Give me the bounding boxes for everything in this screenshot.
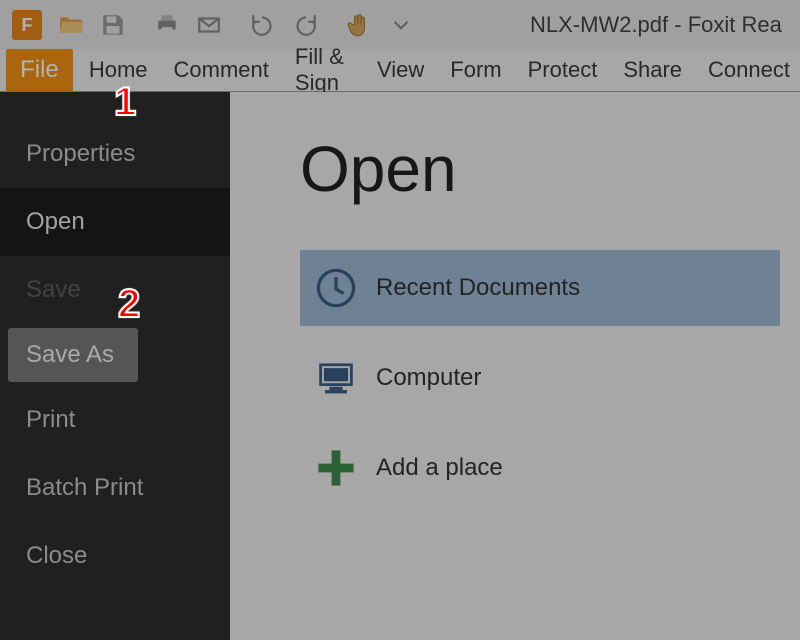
ribbon-tabs: File Home Comment Fill & Sign View Form … [0,50,800,92]
tab-file[interactable]: File [6,49,73,91]
sidebar-item-label: Print [26,406,75,434]
tab-view[interactable]: View [367,49,434,91]
sidebar-item-label: Open [26,208,85,236]
sidebar-item-batch-print[interactable]: Batch Print [0,454,230,522]
window-title: NLX-MW2.pdf - Foxit Rea [530,12,782,38]
undo-icon[interactable] [246,8,280,42]
place-recent-documents[interactable]: Recent Documents [300,250,780,326]
sidebar-item-label: Save As [26,341,114,369]
page-title: Open [300,132,780,206]
sidebar-item-label: Properties [26,140,135,168]
computer-icon [314,356,358,400]
file-sidebar: Properties Open Save Save As Print Batch… [0,92,230,640]
redo-icon[interactable] [288,8,322,42]
tab-form[interactable]: Form [440,49,511,91]
app-icon: F [12,10,42,40]
sidebar-item-save-as[interactable]: Save As [8,328,138,382]
quick-access-toolbar: F NLX-MW2.pdf - Foxit Rea [0,0,800,50]
place-label: Computer [376,364,481,392]
email-icon[interactable] [192,8,226,42]
tab-connect[interactable]: Connect [698,49,800,91]
sidebar-item-save: Save [0,256,230,324]
open-icon[interactable] [54,8,88,42]
save-icon[interactable] [96,8,130,42]
tab-fill-sign[interactable]: Fill & Sign [285,49,361,91]
tab-home[interactable]: Home [79,49,158,91]
sidebar-item-print[interactable]: Print [0,386,230,454]
sidebar-item-label: Batch Print [26,474,143,502]
place-computer[interactable]: Computer [300,340,780,416]
sidebar-item-label: Close [26,542,87,570]
open-panel: Open Recent Documents Computer Add a pla… [230,92,800,640]
place-add-a-place[interactable]: Add a place [300,430,780,506]
dropdown-icon[interactable] [384,8,418,42]
sidebar-item-label: Save [26,276,81,304]
plus-icon [314,446,358,490]
sidebar-item-properties[interactable]: Properties [0,120,230,188]
clock-icon [314,266,358,310]
print-icon[interactable] [150,8,184,42]
place-label: Add a place [376,454,503,482]
tab-comment[interactable]: Comment [164,49,279,91]
sidebar-item-close[interactable]: Close [0,522,230,590]
tab-protect[interactable]: Protect [518,49,608,91]
tab-share[interactable]: Share [613,49,692,91]
hand-tool-icon[interactable] [342,8,376,42]
sidebar-item-open[interactable]: Open [0,188,230,256]
place-label: Recent Documents [376,274,580,302]
